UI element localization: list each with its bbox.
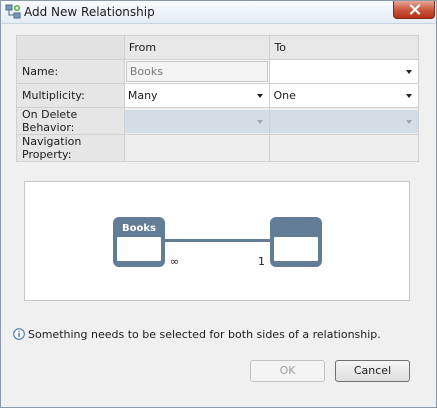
- from-entity-name-field: Books: [125, 61, 269, 82]
- right-entity-body: [274, 237, 318, 261]
- navigation-from-cell: [123, 134, 271, 162]
- multiplicity-to-cell: One: [269, 83, 419, 108]
- grid-row-navigation: Navigation Property:: [16, 134, 419, 162]
- from-multiplicity-value: Many: [127, 89, 158, 102]
- info-icon: [13, 328, 25, 340]
- grid-header-row: From To: [16, 35, 419, 60]
- from-on-delete-dropdown[interactable]: [124, 109, 270, 133]
- cancel-button[interactable]: Cancel: [335, 360, 410, 382]
- on-delete-from-cell: [123, 107, 271, 135]
- row-label-multiplicity: Multiplicity:: [16, 83, 125, 108]
- chevron-down-icon: [406, 70, 412, 74]
- add-relationship-dialog: Add New Relationship From To Name: Books: [0, 0, 437, 408]
- title-bar: Add New Relationship: [1, 1, 436, 24]
- chevron-down-icon: [257, 119, 264, 124]
- column-header-to: To: [269, 35, 419, 60]
- left-entity-box: Books: [113, 217, 165, 267]
- row-label-name: Name:: [16, 59, 125, 84]
- column-header-from: From: [123, 35, 271, 60]
- left-multiplicity-label: ∞: [170, 255, 180, 268]
- from-multiplicity-dropdown[interactable]: Many: [124, 84, 270, 107]
- name-from-cell: Books: [123, 59, 271, 84]
- add-relationship-app-icon: [5, 4, 21, 19]
- right-entity-box: [270, 217, 322, 267]
- close-icon: [409, 4, 421, 15]
- to-multiplicity-value: One: [273, 89, 296, 102]
- left-entity-body: [117, 237, 161, 261]
- right-multiplicity-label: 1: [258, 255, 265, 268]
- name-to-cell: [269, 59, 419, 84]
- left-entity-title: Books: [122, 223, 156, 234]
- relationship-grid: From To Name: Books Multiplicity: Many O…: [16, 35, 419, 162]
- close-button[interactable]: [393, 1, 435, 19]
- grid-corner-cell: [16, 35, 125, 60]
- ok-button[interactable]: OK: [250, 360, 325, 382]
- relationship-diagram: Books ∞ 1: [24, 181, 410, 301]
- row-label-navigation: Navigation Property:: [16, 134, 125, 162]
- on-delete-to-cell: [269, 107, 419, 135]
- chevron-down-icon: [257, 94, 264, 98]
- to-on-delete-dropdown[interactable]: [270, 109, 418, 133]
- grid-row-multiplicity: Multiplicity: Many One: [16, 83, 419, 108]
- to-entity-dropdown[interactable]: [270, 60, 418, 83]
- chevron-down-icon: [406, 119, 412, 124]
- window-title: Add New Relationship: [24, 5, 155, 19]
- row-label-on-delete: On Delete Behavior:: [16, 107, 125, 135]
- grid-row-on-delete: On Delete Behavior:: [16, 107, 419, 135]
- multiplicity-from-cell: Many: [123, 83, 271, 108]
- relationship-line: [165, 239, 270, 242]
- grid-row-name: Name: Books: [16, 59, 419, 84]
- to-multiplicity-dropdown[interactable]: One: [270, 84, 418, 107]
- info-message: Something needs to be selected for both …: [28, 328, 381, 341]
- chevron-down-icon: [406, 94, 412, 98]
- navigation-to-cell: [269, 134, 419, 162]
